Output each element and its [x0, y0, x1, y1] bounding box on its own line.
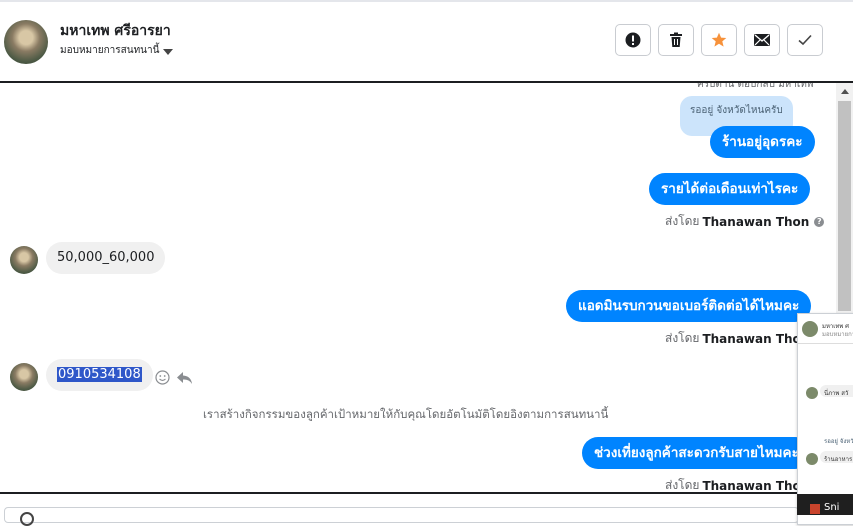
mark-unread-button[interactable]	[744, 24, 780, 56]
sent-by-line: ส่งโดย Thanawan Thon ?	[665, 212, 825, 231]
trash-icon	[670, 32, 682, 47]
incoming-message[interactable]: 50,000_60,000	[46, 242, 166, 274]
mark-done-button[interactable]	[787, 24, 823, 56]
caret-down-icon	[163, 48, 174, 55]
sent-by-name: Thanawan Thon	[702, 478, 810, 493]
sent-by-name: Thanawan Thon	[702, 214, 810, 229]
popup-avatar-small	[806, 387, 818, 399]
contact-avatar-small[interactable]	[10, 246, 38, 274]
star-button[interactable]	[701, 24, 737, 56]
mark-spam-button[interactable]	[615, 24, 651, 56]
message-thread[interactable]: ครับตาน ตอบกลบ มหาเทพ รออยู่ จังหวัดไหนค…	[0, 81, 853, 494]
top-divider	[0, 0, 853, 2]
sent-by-name: Thanawan Thon	[702, 331, 810, 346]
sent-by-line: ส่งโดย Thanawan Thon	[665, 476, 810, 493]
popup-avatar	[802, 321, 818, 337]
mail-icon	[754, 34, 770, 46]
assign-conversation-dropdown[interactable]: มอบหมายการสนทนานี้	[60, 43, 174, 58]
selected-phone-number[interactable]: 0910534108	[57, 367, 142, 382]
help-icon[interactable]: ?	[814, 216, 825, 227]
delete-button[interactable]	[658, 24, 694, 56]
reply-icon[interactable]	[176, 371, 193, 385]
sent-by-prefix: ส่งโดย	[665, 331, 700, 345]
outgoing-message[interactable]: ร้านอยู่อุดรคะ	[710, 126, 815, 158]
contact-avatar-small[interactable]	[10, 363, 38, 391]
sent-by-prefix: ส่งโดย	[665, 478, 700, 492]
contact-name[interactable]: มหาเทพ ศรีอารยา	[60, 20, 171, 42]
outgoing-message[interactable]: รายได้ต่อเดือนเท่าไรคะ	[649, 173, 811, 205]
popup-quote: รออยู่ จังหวั	[824, 438, 853, 445]
message-actions	[155, 370, 193, 385]
scroll-up-arrow-icon[interactable]	[841, 89, 849, 94]
message-composer[interactable]	[4, 507, 799, 523]
outgoing-message[interactable]: ช่วงเที่ยงลูกค้าสะดวกรับสายไหมคะ	[582, 437, 811, 469]
check-icon	[798, 34, 812, 46]
alert-icon	[625, 32, 641, 48]
popup-avatar-small	[806, 453, 818, 465]
sent-by-line: ส่งโดย Thanawan Thon	[665, 329, 809, 348]
taskbar: Sni	[797, 494, 853, 515]
clipped-reply-header: ครับตาน ตอบกลบ มหาเทพ	[697, 81, 814, 90]
incoming-message[interactable]: 0910534108	[46, 359, 153, 391]
popup-line: ร้านอาหาร	[824, 456, 853, 463]
popup-sub: มอบหมายการ	[822, 331, 853, 338]
popup-divider	[798, 343, 853, 344]
taskbar-label[interactable]: Sni	[824, 502, 839, 513]
popup-line: นี่ภาพ สวั	[824, 390, 849, 397]
star-icon	[711, 32, 727, 47]
system-note: เราสร้างกิจกรรมของลูกค้าเป้าหมายให้กับคุ…	[203, 407, 609, 421]
conversation-header: มหาเทพ ศรีอารยา มอบหมายการสนทนานี้	[0, 0, 853, 82]
snipping-tool-icon[interactable]	[810, 504, 820, 514]
outgoing-message[interactable]: แอดมินรบกวนขอเบอร์ติดต่อได้ไหมคะ	[566, 290, 812, 322]
smiley-icon[interactable]	[155, 370, 170, 385]
scroll-thumb[interactable]	[838, 101, 851, 311]
composer-icon[interactable]	[20, 512, 34, 526]
sent-by-prefix: ส่งโดย	[665, 214, 700, 228]
assign-label: มอบหมายการสนทนานี้	[60, 45, 160, 56]
contact-avatar[interactable]	[4, 20, 48, 64]
